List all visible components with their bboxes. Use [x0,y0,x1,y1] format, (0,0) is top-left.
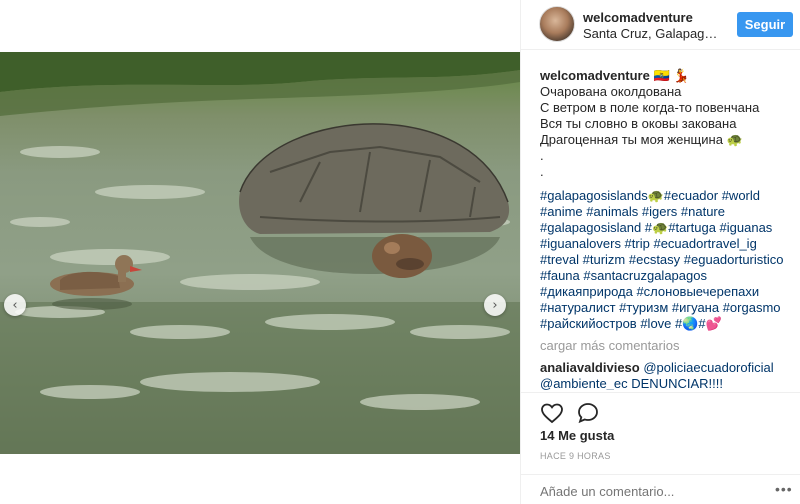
follow-button[interactable]: Seguir [737,12,793,37]
chevron-left-icon: ‹ [12,297,18,313]
likes-count[interactable]: 14 Me gusta [540,428,614,443]
hashtag-line[interactable]: #натуралист #туризм #игуана #orgasmo [540,300,791,316]
add-comment-input[interactable] [540,484,740,499]
caption-line: Вся ты словно в оковы закована [540,116,737,131]
chevron-right-icon: › [492,297,498,313]
post-side-panel: welcomadventure Santa Cruz, Galapagos Is… [520,0,800,504]
action-bar [521,392,800,432]
caption-line: Очарована околдована [540,84,682,99]
hashtag-line[interactable]: #treval #turizm #ecstasy #eguadorturisti… [540,252,791,268]
load-more-comments[interactable]: cargar más comentarios [540,338,791,354]
photo-illustration [0,52,520,454]
caption-emoji: 🇪🇨 💃 [653,68,690,83]
post-header: welcomadventure Santa Cruz, Galapagos Is… [521,0,800,50]
caption-line: Драгоценная ты моя женщина 🐢 [540,132,743,147]
hashtag-line[interactable]: #iguanalovers #trip #ecuadortravel_ig [540,236,791,252]
hashtag-line[interactable]: #fauna #santacruzgalapagos [540,268,791,284]
hashtag-line[interactable]: #galapagosislands🐢#ecuador #world [540,188,791,204]
header-username[interactable]: welcomadventure [583,10,693,25]
comment-item: analiavaldivieso @policiaecuadoroficial … [540,360,791,390]
comment-username[interactable]: analiavaldivieso [540,360,640,375]
location-link[interactable]: Santa Cruz, Galapagos Islands [583,26,719,41]
hashtags: #galapagosislands🐢#ecuador #world #anime… [540,188,791,332]
caption-line: С ветром в поле когда-то повенчана [540,100,760,115]
hashtag-line[interactable]: #райскийостров #love #🌏#💕 [540,316,791,332]
post-photo[interactable]: ‹ › [0,52,520,454]
heart-icon[interactable] [540,401,564,425]
post-timestamp: HACE 9 HORAS [540,451,611,461]
previous-photo-button[interactable]: ‹ [4,294,26,316]
comment-icon[interactable] [576,401,600,425]
next-photo-button[interactable]: › [484,294,506,316]
hashtag-line[interactable]: #galapagosisland #🐢#tartuga #iguanas [540,220,791,236]
avatar[interactable] [539,6,575,42]
caption-username[interactable]: welcomadventure [540,68,650,83]
comments-section[interactable]: welcomadventure 🇪🇨 💃 Очарована околдован… [521,50,800,390]
hashtag-line[interactable]: #дикаяприрода #слоновыечерепахи [540,284,791,300]
add-comment-bar: ••• [521,474,800,504]
caption-line: . [540,164,544,179]
hashtag-line[interactable]: #anime #animals #igers #nature [540,204,791,220]
caption-line: . [540,148,544,163]
post-media: ‹ › [0,0,520,504]
more-options-icon[interactable]: ••• [775,481,793,497]
